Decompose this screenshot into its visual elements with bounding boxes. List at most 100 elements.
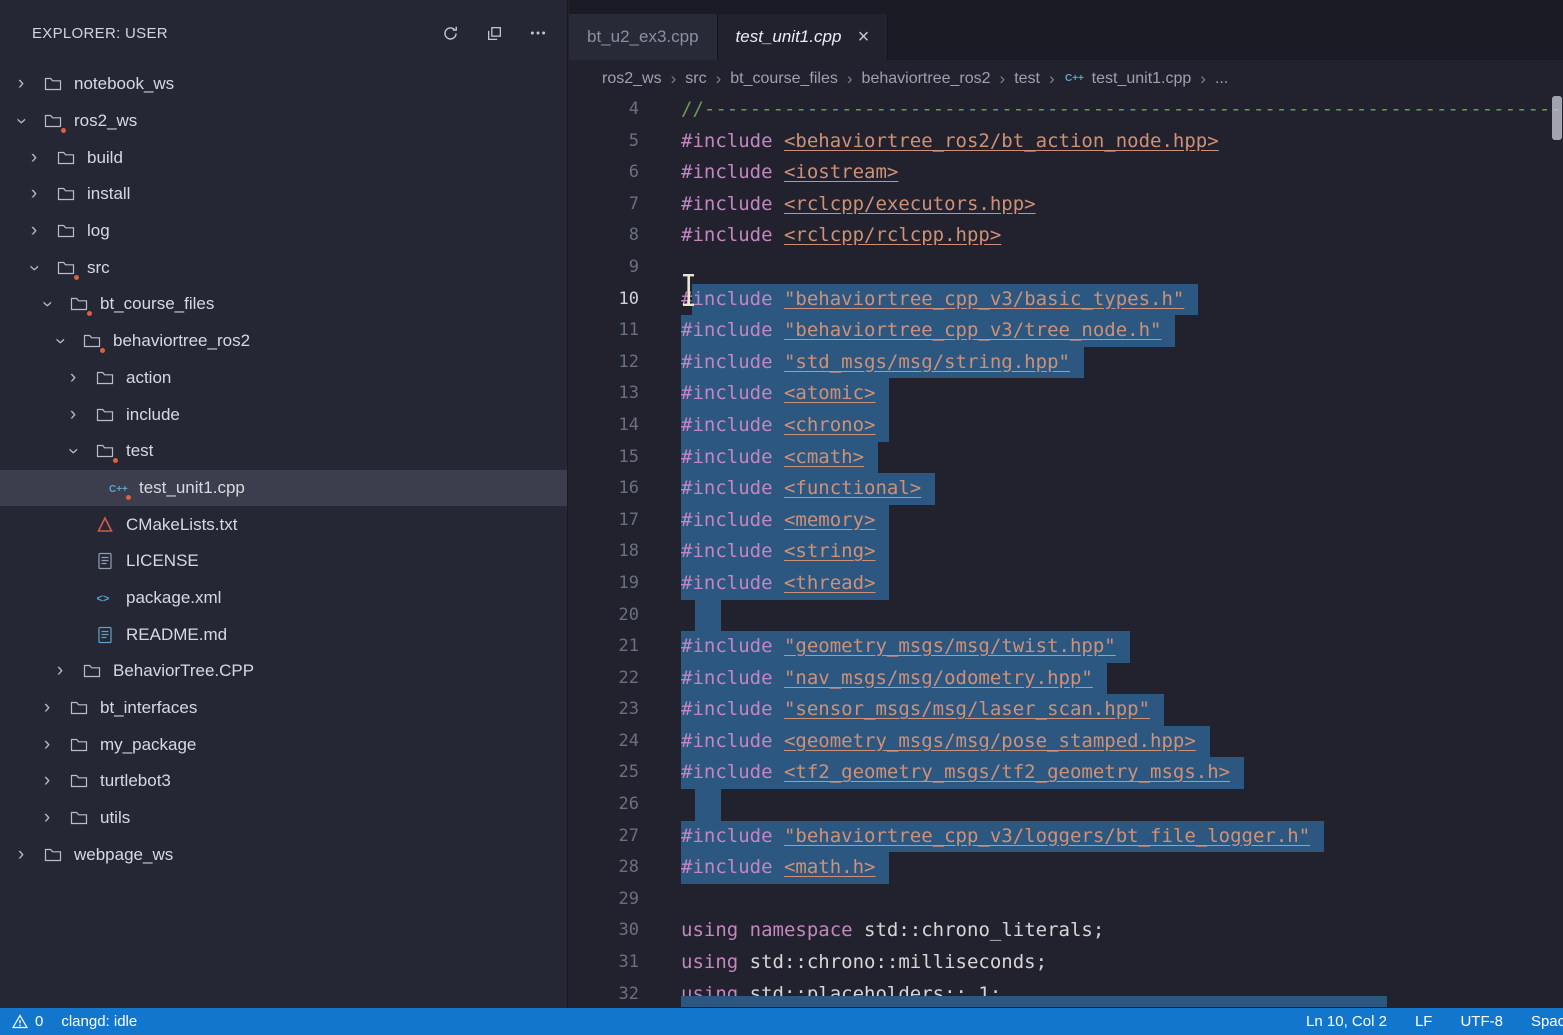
close-icon[interactable]: × xyxy=(857,27,869,47)
encoding-indicator[interactable]: UTF-8 xyxy=(1460,1013,1503,1030)
code-line-25[interactable]: 25 #include <tf2_geometry_msgs/tf2_geomet… xyxy=(569,757,1563,789)
code-line-13[interactable]: 13#include <atomic> xyxy=(569,378,1563,410)
folder-icon xyxy=(81,660,103,682)
tree-item-turtlebot3[interactable]: ›turtlebot3 xyxy=(0,763,567,800)
cursor-position[interactable]: Ln 10, Col 2 xyxy=(1306,1013,1387,1030)
code-line-24[interactable]: 24#include <geometry_msgs/msg/pose_stamp… xyxy=(569,726,1563,758)
tree-item-ros2_ws[interactable]: ›ros2_ws xyxy=(0,103,567,140)
vertical-scrollbar-thumb[interactable] xyxy=(1552,96,1562,140)
code-line-26[interactable]: 26 xyxy=(569,789,1563,821)
code-line-9[interactable]: 9 xyxy=(569,252,1563,284)
refresh-icon[interactable] xyxy=(441,24,459,42)
line-number: 12 xyxy=(569,347,639,379)
tree-item-behaviortree_ros2[interactable]: ›behaviortree_ros2 xyxy=(0,323,567,360)
tree-item-BehaviorTree.CPP[interactable]: ›BehaviorTree.CPP xyxy=(0,653,567,690)
more-actions-icon[interactable] xyxy=(529,24,547,42)
tree-item-build[interactable]: ›build xyxy=(0,139,567,176)
line-content: #include <tf2_geometry_msgs/tf2_geometry… xyxy=(681,757,1244,789)
eol-indicator[interactable]: LF xyxy=(1415,1013,1433,1030)
code-line-17[interactable]: 17#include <memory> xyxy=(569,505,1563,537)
line-number: 13 xyxy=(569,378,639,410)
code-line-23[interactable]: 23#include "sensor_msgs/msg/laser_scan.h… xyxy=(569,694,1563,726)
problems-indicator[interactable]: 0 xyxy=(12,1013,43,1030)
tree-item-label: bt_course_files xyxy=(100,294,214,314)
code-line-15[interactable]: 15#include <cmath> xyxy=(569,442,1563,474)
tree-item-CMakeLists.txt[interactable]: CMakeLists.txt xyxy=(0,506,567,543)
tree-item-test_unit1.cpp[interactable]: C++test_unit1.cpp xyxy=(0,470,567,507)
tree-item-bt_course_files[interactable]: ›bt_course_files xyxy=(0,286,567,323)
tree-item-label: notebook_ws xyxy=(74,74,174,94)
tab-bt_u2_ex3.cpp[interactable]: bt_u2_ex3.cpp xyxy=(569,14,718,60)
code-line-21[interactable]: 21#include "geometry_msgs/msg/twist.hpp" xyxy=(569,631,1563,663)
breadcrumb-separator: › xyxy=(847,69,853,89)
tab-label: bt_u2_ex3.cpp xyxy=(587,27,699,47)
code-line-5[interactable]: 5#include <behaviortree_ros2/bt_action_n… xyxy=(569,126,1563,158)
chevron-right-icon: › xyxy=(64,404,82,426)
tree-item-src[interactable]: ›src xyxy=(0,249,567,286)
status-bar: 0 clangd: idle Ln 10, Col 2 LF UTF-8 Spa… xyxy=(0,1008,1563,1035)
collapse-folders-icon[interactable] xyxy=(485,24,503,42)
tree-item-action[interactable]: ›action xyxy=(0,360,567,397)
code-line-19[interactable]: 19#include <thread> xyxy=(569,568,1563,600)
tree-item-my_package[interactable]: ›my_package xyxy=(0,726,567,763)
tree-item-bt_interfaces[interactable]: ›bt_interfaces xyxy=(0,690,567,727)
line-content: #include <math.h> xyxy=(681,852,889,884)
tree-item-label: test_unit1.cpp xyxy=(139,478,245,498)
tree-item-install[interactable]: ›install xyxy=(0,176,567,213)
tree-item-log[interactable]: › log xyxy=(0,213,567,250)
tree-item-test[interactable]: ›test xyxy=(0,433,567,470)
breadcrumb-item-behaviortree_ros2[interactable]: behaviortree_ros2 xyxy=(862,70,991,88)
code-line-16[interactable]: 16#include <functional> xyxy=(569,473,1563,505)
tree-item-label: install xyxy=(87,184,130,204)
breadcrumb-item-test_unit1.cpp[interactable]: C++test_unit1.cpp xyxy=(1064,67,1192,92)
breadcrumb-separator: › xyxy=(1000,69,1006,89)
tree-item-utils[interactable]: ›utils xyxy=(0,800,567,837)
chevron-right-icon: › xyxy=(25,220,43,242)
indentation-indicator[interactable]: Spaces xyxy=(1531,1013,1563,1030)
tree-item-label: webpage_ws xyxy=(74,845,173,865)
code-line-7[interactable]: 7#include <rclcpp/executors.hpp> xyxy=(569,189,1563,221)
tree-item-include[interactable]: ›include xyxy=(0,396,567,433)
breadcrumb-item-ros2_ws[interactable]: ros2_ws xyxy=(602,70,662,88)
language-server-status[interactable]: clangd: idle xyxy=(61,1013,137,1030)
code-line-8[interactable]: 8#include <rclcpp/rclcpp.hpp> xyxy=(569,220,1563,252)
tree-item-label: BehaviorTree.CPP xyxy=(113,661,254,681)
tree-item-LICENSE[interactable]: LICENSE xyxy=(0,543,567,580)
tree-item-webpage_ws[interactable]: ›webpage_ws xyxy=(0,836,567,873)
folder-icon xyxy=(68,807,90,829)
chevron-right-icon: › xyxy=(25,147,43,169)
line-number: 8 xyxy=(569,220,639,252)
breadcrumb-item-bt_course_files[interactable]: bt_course_files xyxy=(730,70,838,88)
breadcrumb-item-...[interactable]: ... xyxy=(1215,70,1228,88)
chevron-down-icon: › xyxy=(23,259,45,277)
code-line-12[interactable]: 12#include "std_msgs/msg/string.hpp" xyxy=(569,347,1563,379)
code-line-22[interactable]: 22#include "nav_msgs/msg/odometry.hpp" xyxy=(569,663,1563,695)
tree-item-package.xml[interactable]: <>package.xml xyxy=(0,580,567,617)
line-number: 6 xyxy=(569,157,639,189)
folder-icon xyxy=(94,440,116,462)
breadcrumb-item-src[interactable]: src xyxy=(685,70,706,88)
code-line-18[interactable]: 18#include <string> xyxy=(569,536,1563,568)
code-line-27[interactable]: 27#include "behaviortree_cpp_v3/loggers/… xyxy=(569,821,1563,853)
tree-item-label: log xyxy=(87,221,110,241)
chevron-right-icon: › xyxy=(64,367,82,389)
code-line-14[interactable]: 14#include <chrono> xyxy=(569,410,1563,442)
code-line-31[interactable]: 31using std::chrono::milliseconds; xyxy=(569,947,1563,979)
code-line-11[interactable]: 11#include "behaviortree_cpp_v3/tree_nod… xyxy=(569,315,1563,347)
line-number: 25 xyxy=(569,757,639,789)
code-line-29[interactable]: 29 xyxy=(569,884,1563,916)
code-line-6[interactable]: 6#include <iostream> xyxy=(569,157,1563,189)
tree-item-README.md[interactable]: README.md xyxy=(0,616,567,653)
tree-item-notebook_ws[interactable]: ›notebook_ws xyxy=(0,66,567,103)
code-line-30[interactable]: 30using namespace std::chrono_literals; xyxy=(569,915,1563,947)
tab-test_unit1.cpp[interactable]: test_unit1.cpp× xyxy=(718,14,889,60)
code-line-28[interactable]: 28#include <math.h> xyxy=(569,852,1563,884)
line-number: 20 xyxy=(569,600,639,632)
cmake-icon xyxy=(94,514,116,536)
code-line-20[interactable]: 20 xyxy=(569,600,1563,632)
code-editor[interactable]: 4//-------------------------------------… xyxy=(569,94,1563,1008)
code-line-10[interactable]: 10#include "behaviortree_cpp_v3/basic_ty… xyxy=(569,284,1563,316)
code-line-4[interactable]: 4//-------------------------------------… xyxy=(569,94,1563,126)
breadcrumb-item-test[interactable]: test xyxy=(1014,70,1040,88)
warning-count: 0 xyxy=(35,1013,43,1030)
